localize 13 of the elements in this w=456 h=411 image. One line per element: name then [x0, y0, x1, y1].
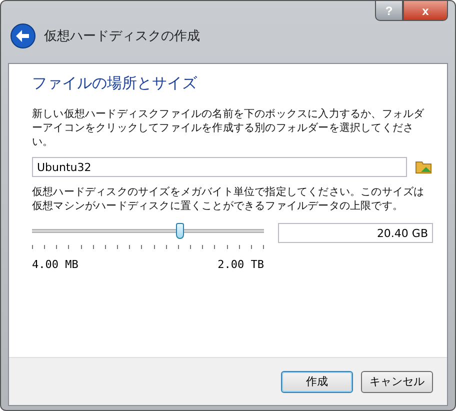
cancel-button[interactable]: キャンセル: [361, 370, 433, 392]
window-title: 仮想ハードディスクの作成: [44, 28, 200, 45]
min-size-label: 4.00 MB: [32, 258, 78, 271]
page-heading: ファイルの場所とサイズ: [32, 74, 198, 93]
size-field[interactable]: 20.40 GB: [278, 223, 433, 243]
close-button[interactable]: x: [403, 1, 448, 21]
back-icon[interactable]: [10, 23, 36, 49]
file-name-field[interactable]: Ubuntu32: [32, 157, 407, 177]
location-description: 新しい仮想ハードディスクファイルの名前を下のボックスに入力するか、フォルダーアイコンをクリックしてファイルを作成する別のフォルダーを選択してください。: [32, 107, 426, 149]
size-description: 仮想ハードディスクのサイズをメガバイト単位で指定してください。このサイズは仮想マシンがハードディスクに置くことができるファイルデータの上限です。: [32, 185, 426, 213]
folder-icon[interactable]: [415, 159, 433, 175]
max-size-label: 2.00 TB: [218, 258, 264, 271]
create-button[interactable]: 作成: [281, 370, 353, 392]
